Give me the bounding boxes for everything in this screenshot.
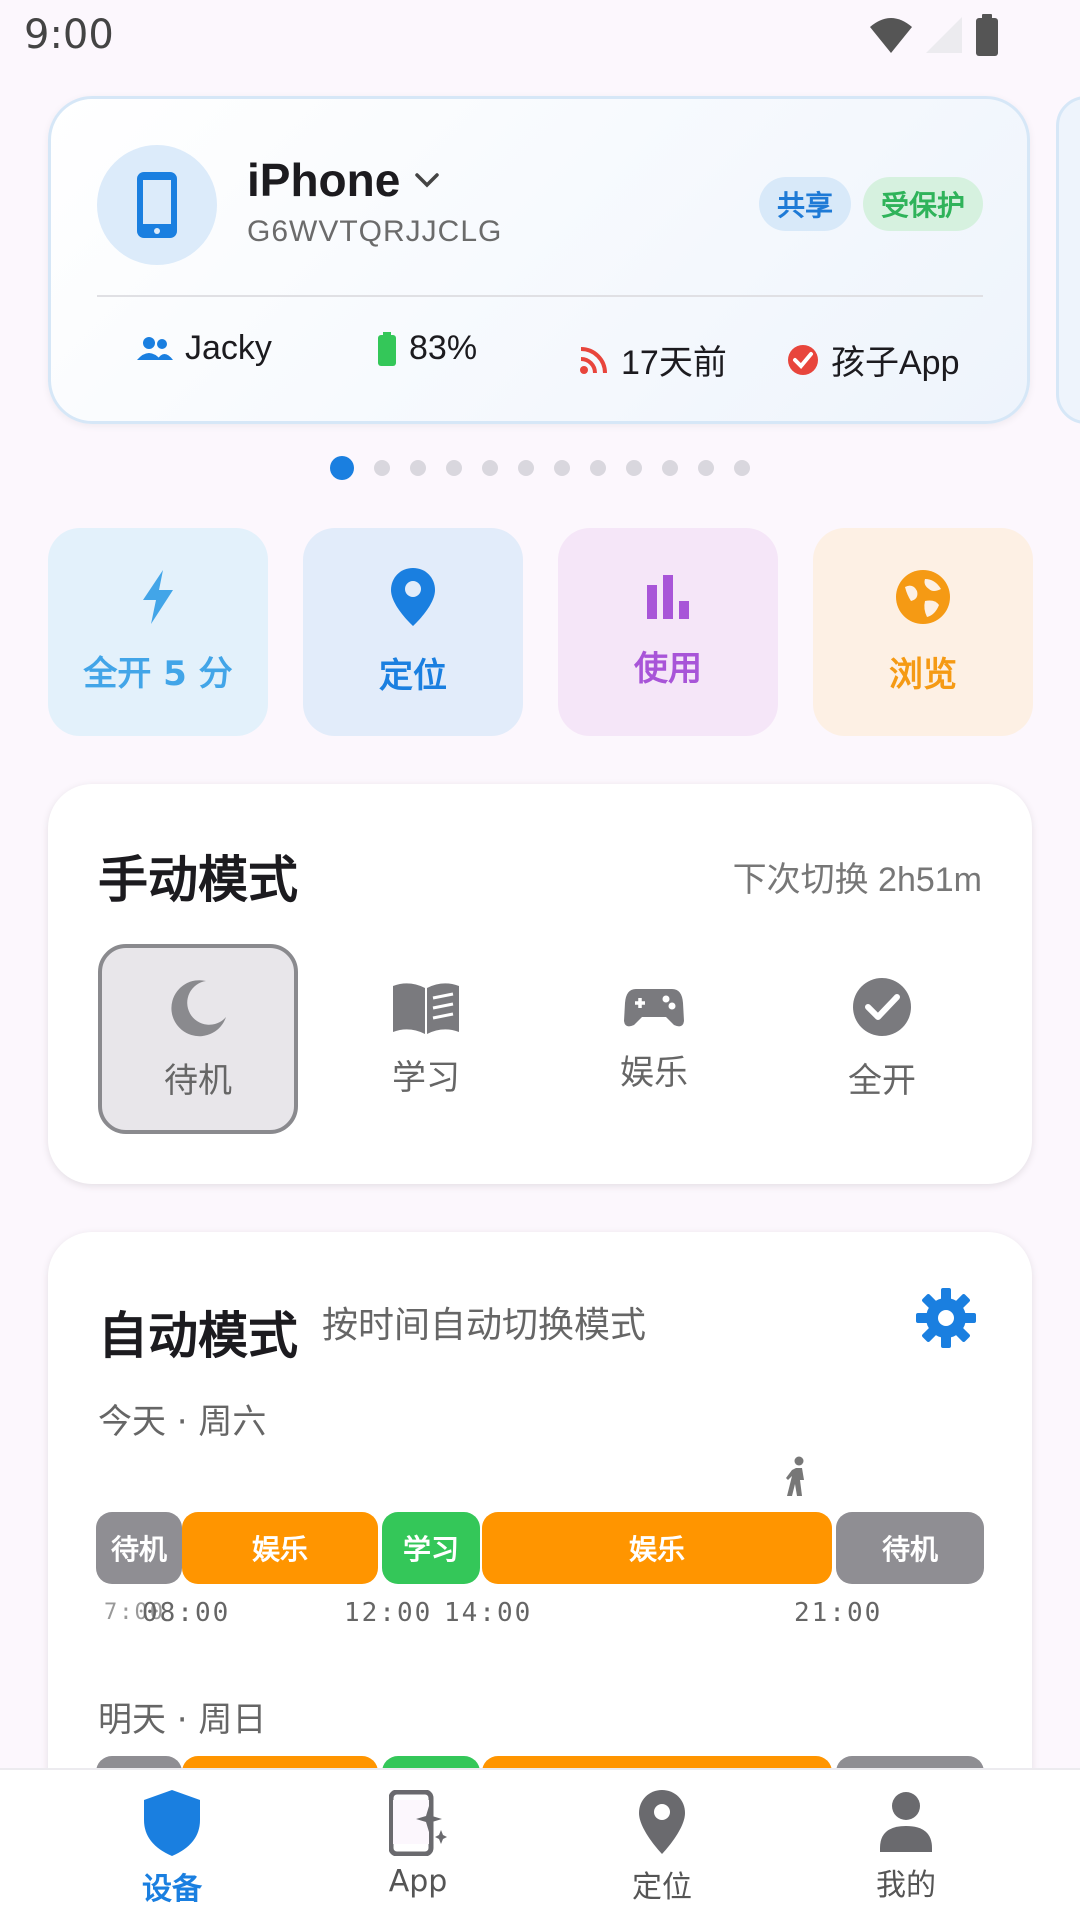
location-pin-icon	[391, 567, 435, 626]
globe-icon	[896, 569, 950, 624]
auto-mode-title: 自动模式	[98, 1307, 298, 1365]
gamepad-icon	[624, 988, 684, 1026]
nav-label: 设备	[142, 1872, 202, 1907]
rss-icon	[580, 346, 607, 374]
check-circle-icon	[853, 977, 911, 1036]
timeline-tick: 08:00	[142, 1598, 231, 1628]
shield-icon	[144, 1790, 200, 1856]
wifi-icon	[870, 18, 912, 53]
app-sparkle-icon	[389, 1790, 447, 1856]
stat-battery-text: 83%	[409, 329, 478, 367]
people-icon	[137, 336, 173, 360]
timeline-segment-standby[interactable]: 待机	[836, 1512, 984, 1584]
pager-dot[interactable]	[698, 460, 714, 476]
stat-battery: 83%	[377, 329, 477, 368]
pager-dot[interactable]	[518, 460, 534, 476]
stat-last-sync: 17天前	[579, 335, 727, 384]
nav-item-app[interactable]: App	[318, 1790, 518, 1899]
chevron-down-icon[interactable]	[414, 172, 440, 188]
quick-action-label: 浏览	[889, 654, 957, 695]
today-timeline[interactable]: 待机 娱乐 学习 娱乐 待机	[96, 1512, 984, 1584]
gear-icon[interactable]	[916, 1288, 976, 1348]
bolt-icon	[143, 569, 173, 624]
stat-last-sync-text: 17天前	[621, 344, 727, 382]
device-name[interactable]: iPhone	[247, 153, 440, 207]
next-switch-hint: 下次切换 2h51m	[732, 861, 982, 899]
manual-mode-title: 手动模式	[98, 851, 298, 909]
bar-chart-icon	[647, 574, 689, 619]
device-name-text: iPhone	[247, 154, 401, 206]
location-pin-icon	[639, 1790, 685, 1854]
quick-action-all-on-5min[interactable]: 全开 5 分	[48, 528, 268, 736]
quick-action-label: 使用	[634, 648, 702, 689]
quick-action-browse[interactable]: 浏览	[813, 528, 1033, 736]
battery-icon	[976, 14, 998, 56]
nav-label: App	[388, 1864, 448, 1899]
manual-mode-card: 手动模式 下次切换 2h51m 待机 学习 娱乐 全开	[48, 784, 1032, 1184]
timeline-segment-standby[interactable]: 待机	[96, 1512, 182, 1584]
pager-dot[interactable]	[410, 460, 426, 476]
stat-user-text: Jacky	[185, 329, 272, 367]
device-serial: G6WVTQRJJCLG	[247, 215, 503, 248]
timeline-segment-entertainment[interactable]: 娱乐	[182, 1512, 378, 1584]
pager-dot[interactable]	[554, 460, 570, 476]
mode-study[interactable]: 学习	[326, 944, 526, 1134]
walking-person-icon	[786, 1456, 804, 1496]
timeline-segment-entertainment[interactable]: 娱乐	[482, 1512, 832, 1584]
mode-all-on[interactable]: 全开	[782, 944, 982, 1134]
tomorrow-label: 明天 · 周日	[98, 1700, 267, 1740]
stat-app: 孩子App	[787, 335, 960, 384]
mode-label: 待机	[164, 1060, 232, 1101]
auto-mode-subtitle: 按时间自动切换模式	[322, 1305, 647, 1346]
card-divider	[97, 295, 983, 297]
stat-app-text: 孩子App	[831, 344, 960, 382]
timeline-tick: 21:00	[794, 1598, 883, 1628]
person-icon	[880, 1792, 932, 1852]
device-avatar	[97, 145, 217, 265]
protected-badge: 受保护	[862, 177, 983, 231]
pager-dot[interactable]	[446, 460, 462, 476]
quick-action-label: 全开 5 分	[83, 653, 233, 694]
device-badges: 共享 受保护	[758, 177, 983, 231]
mode-standby[interactable]: 待机	[98, 944, 298, 1134]
pager-dot[interactable]	[662, 460, 678, 476]
nav-item-device[interactable]: 设备	[72, 1790, 272, 1908]
timeline-tick: 12:00	[344, 1598, 433, 1628]
quick-action-usage[interactable]: 使用	[558, 528, 778, 736]
mode-entertainment[interactable]: 娱乐	[554, 944, 754, 1134]
status-time: 9:00	[24, 12, 114, 58]
pager-dot[interactable]	[330, 456, 354, 480]
nav-label: 定位	[632, 1870, 692, 1905]
pager-dot[interactable]	[590, 460, 606, 476]
status-bar: 9:00	[0, 0, 1080, 72]
mode-label: 学习	[392, 1057, 460, 1098]
shared-badge: 共享	[758, 177, 851, 231]
bottom-nav: 设备 App 定位 我的	[0, 1768, 1080, 1920]
nav-item-profile[interactable]: 我的	[806, 1790, 1006, 1904]
pager-dot[interactable]	[734, 460, 750, 476]
next-device-card[interactable]	[1056, 96, 1080, 424]
quick-action-label: 定位	[379, 655, 447, 696]
quick-action-location[interactable]: 定位	[303, 528, 523, 736]
timeline-tick: 14:00	[444, 1598, 533, 1628]
cell-signal-icon	[926, 17, 962, 53]
pager-dot[interactable]	[482, 460, 498, 476]
pager-dots	[330, 456, 750, 480]
nav-item-location[interactable]: 定位	[562, 1790, 762, 1906]
today-label: 今天 · 周六	[98, 1402, 267, 1442]
book-icon	[393, 982, 459, 1034]
pager-dot[interactable]	[374, 460, 390, 476]
stat-user: Jacky	[137, 329, 272, 368]
moon-icon	[171, 979, 226, 1036]
timeline-segment-study[interactable]: 学习	[382, 1512, 480, 1584]
check-circle-icon	[788, 344, 818, 375]
pager-dot[interactable]	[626, 460, 642, 476]
mode-label: 全开	[848, 1060, 916, 1101]
nav-label: 我的	[876, 1868, 936, 1903]
status-icons	[868, 14, 1000, 56]
phone-icon	[137, 172, 177, 238]
battery-level-icon	[378, 331, 396, 366]
device-card[interactable]: iPhone G6WVTQRJJCLG 共享 受保护 Jacky 83% 17天…	[48, 96, 1030, 424]
mode-label: 娱乐	[620, 1052, 688, 1093]
